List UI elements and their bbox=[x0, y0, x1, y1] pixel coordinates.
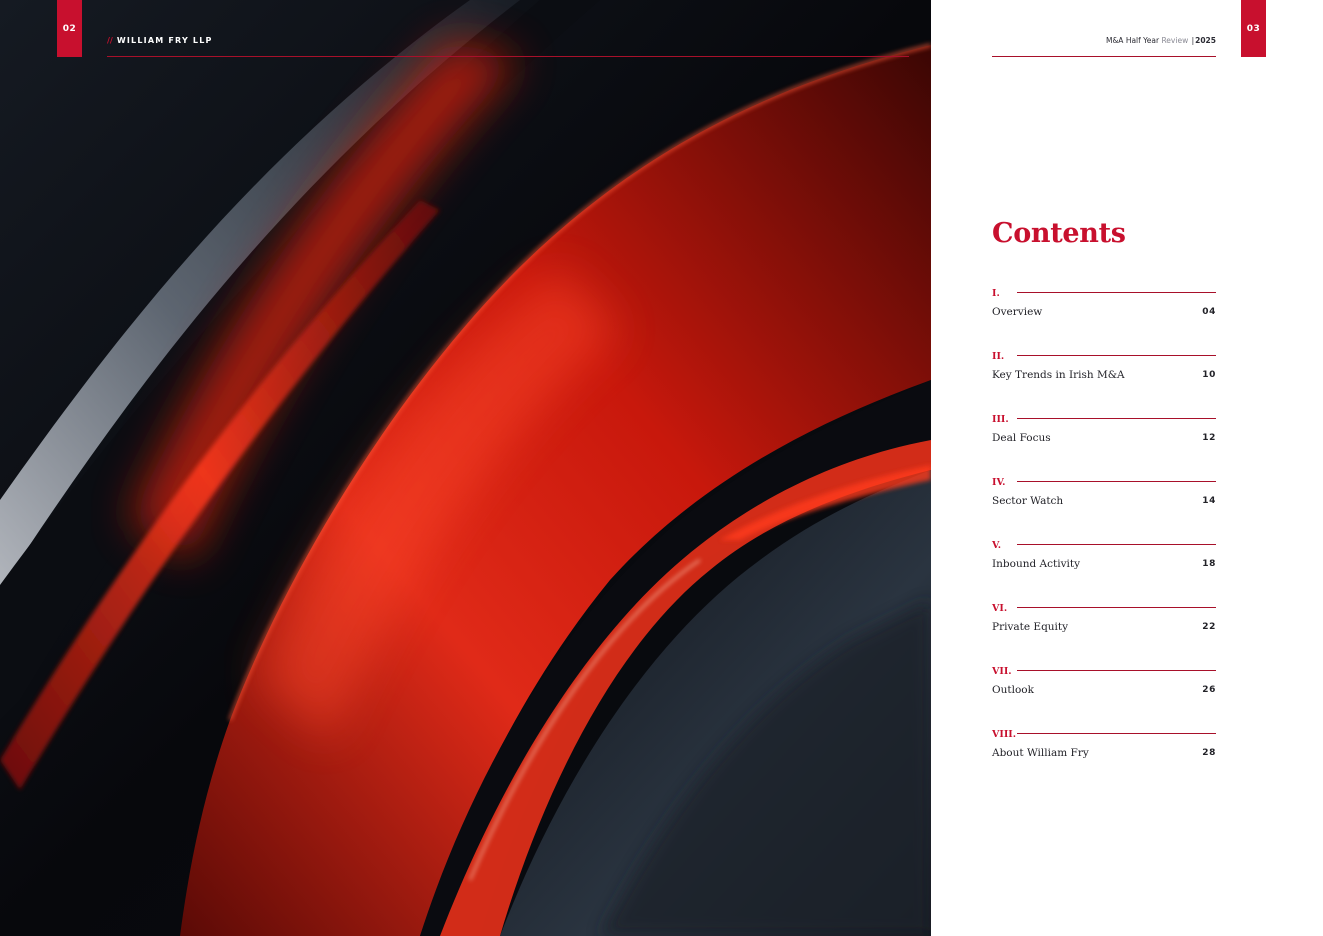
page-number-right: 03 bbox=[1246, 23, 1261, 34]
toc-item-deal-focus[interactable]: III. Deal Focus 12 bbox=[992, 412, 1216, 475]
table-of-contents: I. Overview 04 II. Key Trends in Irish M… bbox=[992, 286, 1216, 790]
toc-rule bbox=[1017, 733, 1216, 734]
right-page: M&A Half Year Review |2025 Contents I. O… bbox=[931, 0, 1323, 936]
abstract-red-waves-artwork bbox=[0, 0, 931, 936]
toc-item-sector-watch[interactable]: IV. Sector Watch 14 bbox=[992, 475, 1216, 538]
toc-page-number: 04 bbox=[1202, 307, 1216, 317]
contents-title: Contents bbox=[992, 218, 1126, 249]
toc-page-number: 10 bbox=[1202, 370, 1216, 380]
header-rule-right bbox=[992, 56, 1216, 57]
toc-page-number: 18 bbox=[1202, 559, 1216, 569]
running-head-title-c: Review bbox=[1161, 36, 1189, 45]
toc-rule bbox=[1017, 355, 1216, 356]
toc-label: Outlook bbox=[992, 684, 1034, 696]
brand-header: //WILLIAM FRY LLP bbox=[107, 36, 213, 45]
toc-item-about-william-fry[interactable]: VIII. About William Fry 28 bbox=[992, 727, 1216, 790]
toc-rule bbox=[1017, 544, 1216, 545]
page-number-tab-left: 02 bbox=[57, 0, 82, 57]
toc-rule bbox=[1017, 292, 1216, 293]
toc-page-number: 28 bbox=[1202, 748, 1216, 758]
brand-name: WILLIAM FRY LLP bbox=[116, 36, 213, 45]
running-head-year: 2025 bbox=[1195, 36, 1216, 45]
toc-rule bbox=[1017, 418, 1216, 419]
toc-page-number: 26 bbox=[1202, 685, 1216, 695]
toc-label: Deal Focus bbox=[992, 432, 1051, 444]
running-head-title-a: M&A bbox=[1105, 36, 1124, 45]
toc-numeral: V. bbox=[992, 540, 1002, 551]
toc-item-key-trends[interactable]: II. Key Trends in Irish M&A 10 bbox=[992, 349, 1216, 412]
toc-item-inbound-activity[interactable]: V. Inbound Activity 18 bbox=[992, 538, 1216, 601]
toc-page-number: 14 bbox=[1202, 496, 1216, 506]
toc-rule bbox=[1017, 481, 1216, 482]
toc-numeral: I. bbox=[992, 288, 1000, 299]
toc-item-outlook[interactable]: VII. Outlook 26 bbox=[992, 664, 1216, 727]
running-head-separator: | bbox=[1191, 36, 1195, 45]
toc-numeral: III. bbox=[992, 414, 1009, 425]
toc-numeral: IV. bbox=[992, 477, 1006, 488]
toc-item-private-equity[interactable]: VI. Private Equity 22 bbox=[992, 601, 1216, 664]
running-head: M&A Half Year Review |2025 bbox=[1106, 36, 1216, 45]
toc-item-overview[interactable]: I. Overview 04 bbox=[992, 286, 1216, 349]
toc-numeral: VIII. bbox=[992, 729, 1017, 740]
toc-label: Sector Watch bbox=[992, 495, 1064, 507]
page-number-tab-right: 03 bbox=[1241, 0, 1266, 57]
toc-numeral: VII. bbox=[992, 666, 1012, 677]
toc-page-number: 22 bbox=[1202, 622, 1216, 632]
running-head-title-b: Half Year bbox=[1125, 36, 1160, 45]
page-number-left: 02 bbox=[62, 23, 77, 34]
toc-page-number: 12 bbox=[1202, 433, 1216, 443]
toc-label: Overview bbox=[992, 306, 1043, 318]
toc-label: About William Fry bbox=[992, 747, 1089, 759]
toc-numeral: VI. bbox=[992, 603, 1008, 614]
toc-label: Private Equity bbox=[992, 621, 1069, 633]
toc-rule bbox=[1017, 670, 1216, 671]
header-rule-left bbox=[107, 56, 909, 57]
toc-numeral: II. bbox=[992, 351, 1005, 362]
left-page: 02 //WILLIAM FRY LLP bbox=[0, 0, 931, 936]
toc-label: Inbound Activity bbox=[992, 558, 1081, 570]
brand-slashes: // bbox=[107, 36, 113, 45]
toc-label: Key Trends in Irish M&A bbox=[992, 369, 1125, 381]
toc-rule bbox=[1017, 607, 1216, 608]
